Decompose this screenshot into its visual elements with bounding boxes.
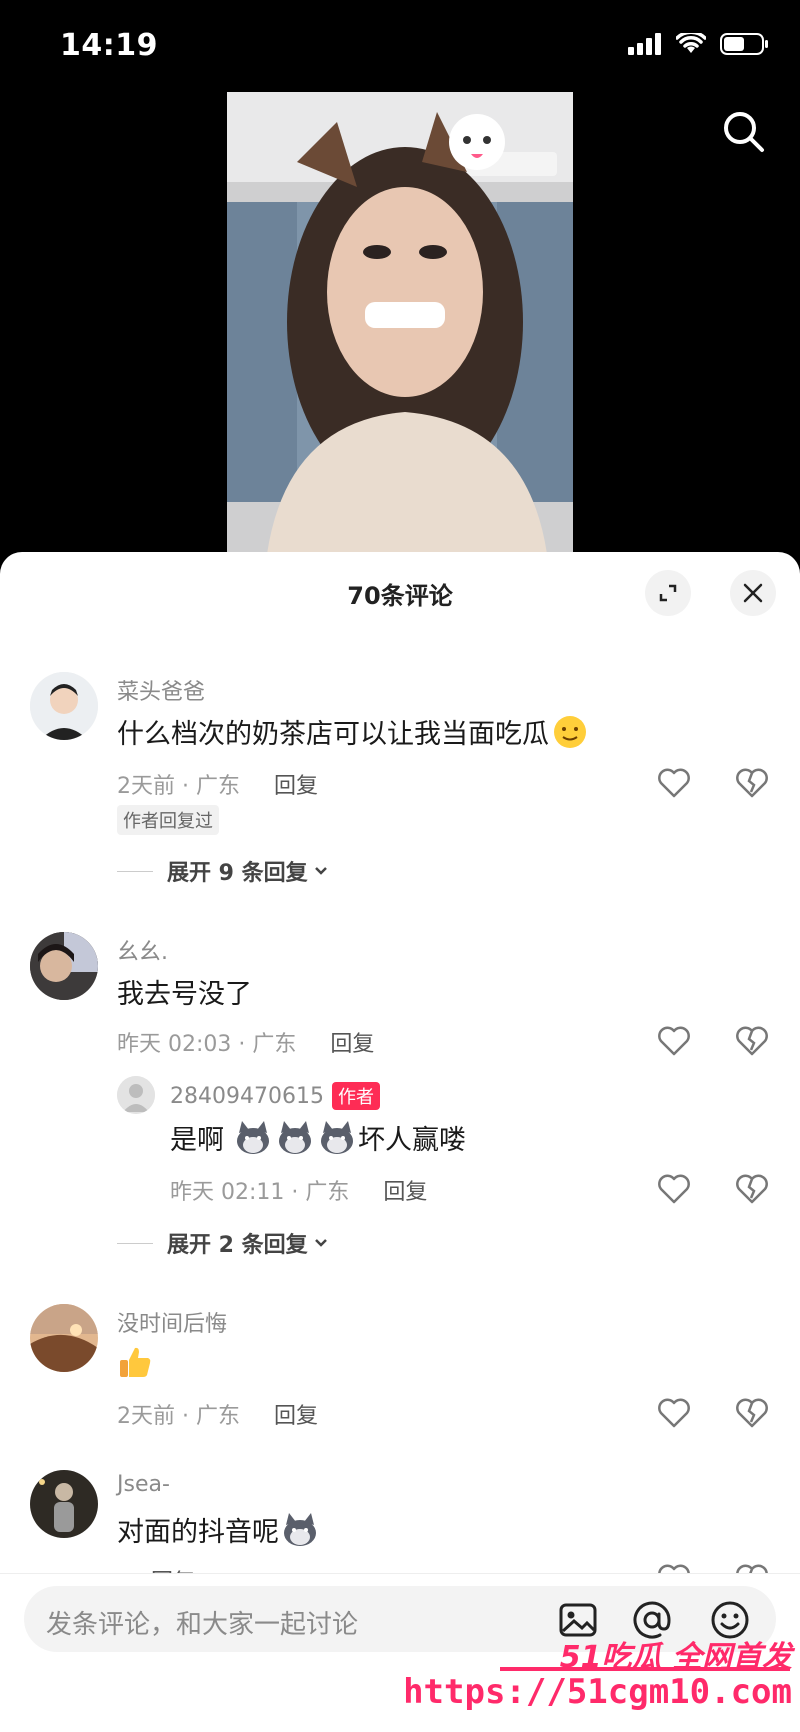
like-heart-icon[interactable] [656,765,692,801]
reply-text: 是啊 坏人赢喽 [170,1118,466,1157]
avatar-image [30,1304,98,1372]
comment-meta: 昨天 02:03 · 广东 回复 [117,1026,374,1058]
avatar-image [30,932,98,1000]
chevron-down-icon [314,1239,327,1247]
dog-emoji-icon [237,1120,269,1154]
reply-username[interactable]: 28409470615 [170,1084,324,1109]
expand-replies-button[interactable]: 展开 9 条回复 [117,855,330,887]
like-heart-icon[interactable] [656,1023,692,1059]
video-frame [227,92,573,554]
like-heart-icon[interactable] [656,1395,692,1431]
status-bar: 14:19 [0,0,800,90]
close-sheet-button[interactable] [730,570,776,616]
author-replied-badge: 作者回复过 [117,805,219,835]
default-avatar-icon [117,1076,155,1114]
reply-text-suffix: 坏人赢喽 [358,1125,466,1156]
comment-input-placeholder: 发条评论，和大家一起讨论 [46,1610,359,1640]
watermark-brand: 51吃瓜 全网首发 [559,1640,792,1675]
divider-line [117,870,153,872]
author-badge: 作者 [331,1082,380,1110]
reply-meta: 昨天 02:11 · 广东 回复 [170,1174,427,1206]
reply-text-prefix: 是啊 [170,1125,224,1156]
reply-button[interactable]: 回复 [383,1174,427,1206]
search-icon[interactable] [722,110,766,154]
comment-username[interactable]: Jsea- [117,1472,170,1497]
comment-meta: 2天前 · 广东 回复 [117,768,318,800]
dislike-broken-heart-icon[interactable] [734,1171,770,1207]
dog-emoji-icon [284,1512,316,1546]
comment-text: 我去号没了 [117,972,252,1011]
reply-button[interactable]: 回复 [274,1398,318,1430]
dislike-broken-heart-icon[interactable] [734,765,770,801]
dog-emoji-icon [279,1120,311,1154]
expand-replies-label: 展开 9 条回复 [167,861,308,886]
avatar-image [30,672,98,740]
status-icons [628,32,770,56]
reply-button[interactable]: 回复 [274,768,318,800]
dog-emoji-icon [321,1120,353,1154]
avatar-image [30,1470,98,1538]
comment-username[interactable]: 菜头爸爸 [117,674,205,706]
reply-time-location: 昨天 02:11 · 广东 [170,1180,350,1205]
reply-avatar[interactable] [117,1076,155,1114]
avatar[interactable] [30,932,98,1000]
like-heart-icon[interactable] [656,1171,692,1207]
chevron-down-icon [314,867,327,875]
dislike-broken-heart-icon[interactable] [734,1395,770,1431]
status-time: 14:19 [60,28,158,63]
comment-text-content: 我去号没了 [117,979,252,1010]
divider-line [117,1242,153,1244]
dislike-broken-heart-icon[interactable] [734,1023,770,1059]
wifi-icon [676,33,706,53]
battery-icon [720,33,768,55]
comment-text: 什么档次的奶茶店可以让我当面吃瓜 [117,712,587,751]
expand-replies-button[interactable]: 展开 2 条回复 [117,1227,330,1259]
reply-button[interactable]: 回复 [330,1026,374,1058]
reply-emoji-group [234,1120,356,1155]
comment-username[interactable]: 幺幺. [117,934,168,966]
comment-time-location: 昨天 02:03 · 广东 [117,1032,297,1057]
avatar[interactable] [30,672,98,740]
comment-text-content: 对面的抖音呢 [117,1517,279,1548]
comment-sheet: 70条评论 菜头爸爸 什么档次的奶茶店可以让我当面吃瓜 2天前 · 广东 回复 … [0,552,800,1731]
video-preview[interactable] [227,92,573,554]
expand-sheet-button[interactable] [645,570,691,616]
expand-replies-label: 展开 2 条回复 [167,1233,308,1258]
cellular-signal-icon [628,33,661,55]
expand-icon [659,584,677,602]
reply-username-row: 28409470615 作者 [170,1082,380,1110]
avatar[interactable] [30,1470,98,1538]
avatar[interactable] [30,1304,98,1372]
close-icon [743,583,763,603]
comment-meta: 2天前 · 广东 回复 [117,1398,318,1430]
comment-text [117,1344,153,1380]
watermark-url: https://51cgm10.com [403,1672,792,1712]
comment-username[interactable]: 没时间后悔 [117,1306,227,1338]
comment-text: 对面的抖音呢 [117,1510,319,1549]
thumbs-up-emoji-icon [120,1347,151,1377]
comment-time-location: 2天前 · 广东 [117,1404,240,1429]
comment-text-content: 什么档次的奶茶店可以让我当面吃瓜 [117,719,549,750]
comment-time-location: 2天前 · 广东 [117,774,240,799]
smirk-emoji-icon [554,715,586,748]
